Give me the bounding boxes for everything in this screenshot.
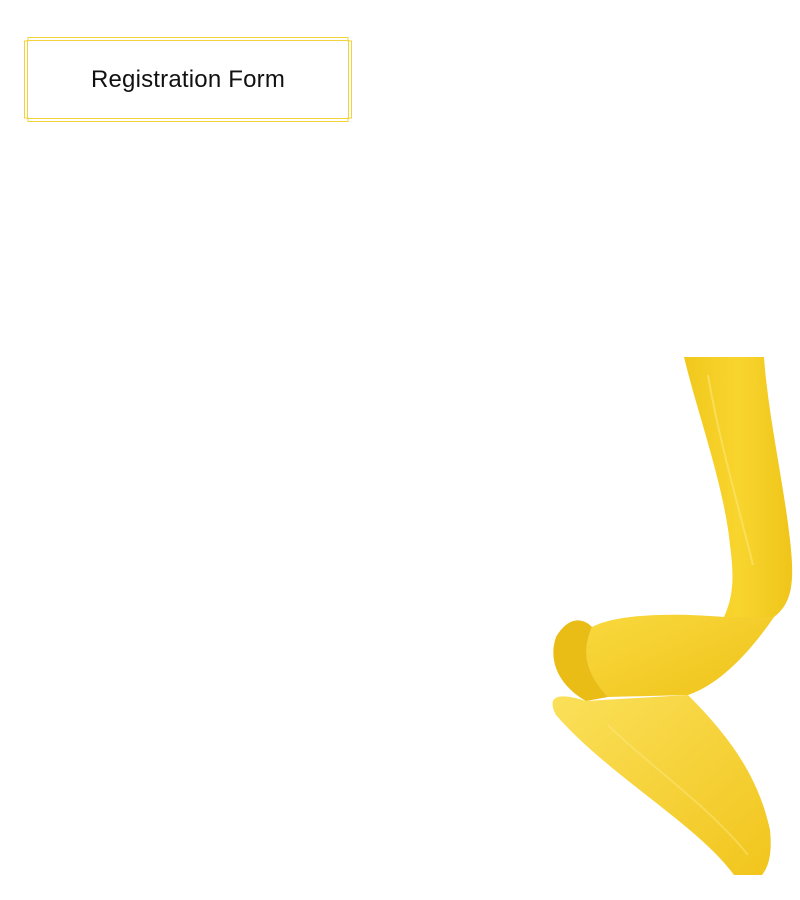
yellow-ribbon-icon (552, 357, 793, 875)
page-title: Registration Form (90, 65, 286, 93)
title-frame: Registration Form (24, 37, 352, 122)
